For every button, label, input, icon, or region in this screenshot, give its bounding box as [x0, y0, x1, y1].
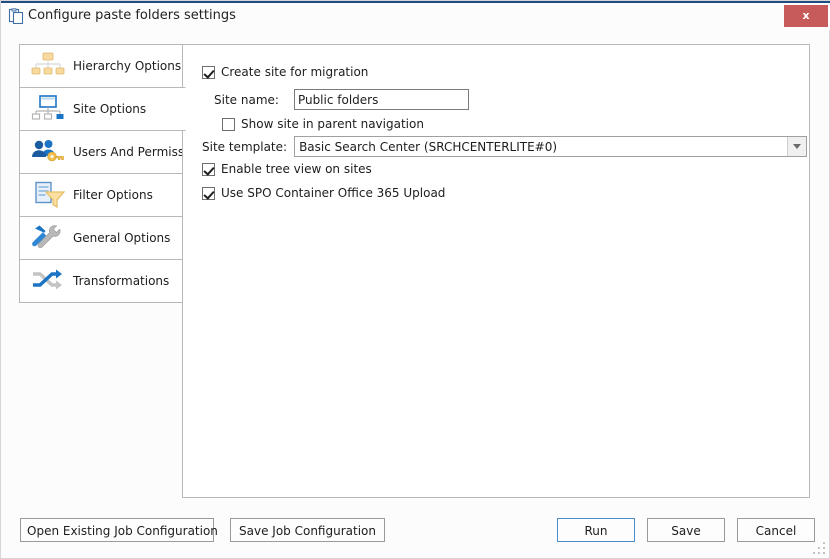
use-spo-container-checkbox[interactable]	[202, 187, 215, 200]
settings-tab-rail: Hierarchy Options Site Options	[19, 44, 184, 302]
hierarchy-tree-icon	[31, 51, 65, 81]
show-in-parent-nav-row: Show site in parent navigation	[222, 117, 424, 131]
site-template-dropdown[interactable]: Basic Search Center (SRCHCENTERLITE#0)	[294, 136, 807, 157]
chevron-down-icon[interactable]	[787, 137, 806, 156]
enable-tree-view-label: Enable tree view on sites	[221, 162, 372, 176]
sidebar-item-label: Hierarchy Options	[73, 59, 181, 73]
site-name-input[interactable]	[294, 89, 469, 110]
site-template-row: Site template: Basic Search Center (SRCH…	[202, 136, 807, 157]
use-spo-container-label: Use SPO Container Office 365 Upload	[221, 186, 445, 200]
site-options-panel: Create site for migration Site name: Sho…	[182, 44, 810, 498]
sidebar-item-label: General Options	[73, 231, 170, 245]
show-in-parent-nav-label: Show site in parent navigation	[241, 117, 424, 131]
create-site-label: Create site for migration	[221, 65, 368, 79]
enable-tree-view-row: Enable tree view on sites	[202, 162, 372, 176]
cancel-button[interactable]: Cancel	[737, 518, 815, 542]
sidebar-item-label: Transformations	[73, 274, 169, 288]
users-key-icon	[31, 137, 65, 167]
sidebar-item-filter-options[interactable]: Filter Options	[19, 173, 184, 217]
open-existing-job-configuration-button[interactable]: Open Existing Job Configuration	[20, 518, 214, 542]
title-bar: Configure paste folders settings x	[1, 1, 830, 30]
sidebar-item-users-and-permissions[interactable]: Users And Permissions	[19, 130, 184, 174]
title-accent-bar	[1, 1, 830, 3]
site-monitor-icon	[31, 94, 65, 124]
site-template-value: Basic Search Center (SRCHCENTERLITE#0)	[295, 140, 557, 154]
sidebar-item-label: Filter Options	[73, 188, 153, 202]
document-funnel-icon	[31, 180, 65, 210]
sidebar-item-transformations[interactable]: Transformations	[19, 259, 184, 303]
site-name-label: Site name:	[214, 93, 279, 107]
site-template-label: Site template:	[202, 140, 287, 154]
dialog-window: Configure paste folders settings x Hiera…	[0, 0, 830, 559]
create-site-row: Create site for migration	[202, 65, 368, 79]
show-in-parent-nav-checkbox[interactable]	[222, 118, 235, 131]
run-button[interactable]: Run	[557, 518, 635, 542]
close-icon: x	[784, 5, 828, 27]
sidebar-item-site-options[interactable]: Site Options	[19, 87, 186, 131]
enable-tree-view-checkbox[interactable]	[202, 163, 215, 176]
crossing-arrows-icon	[31, 266, 65, 296]
window-title: Configure paste folders settings	[28, 7, 236, 25]
close-button[interactable]: x	[784, 5, 828, 27]
paste-clipboard-icon	[8, 8, 24, 24]
sidebar-item-hierarchy-options[interactable]: Hierarchy Options	[19, 44, 184, 88]
save-job-configuration-button[interactable]: Save Job Configuration	[230, 518, 385, 542]
create-site-checkbox[interactable]	[202, 66, 215, 79]
save-button[interactable]: Save	[647, 518, 725, 542]
hammer-wrench-icon	[31, 223, 65, 253]
sidebar-item-label: Site Options	[73, 102, 146, 116]
site-name-row: Site name:	[214, 89, 469, 110]
use-spo-container-row: Use SPO Container Office 365 Upload	[202, 186, 445, 200]
sidebar-item-general-options[interactable]: General Options	[19, 216, 184, 260]
resize-grip[interactable]	[813, 542, 826, 555]
